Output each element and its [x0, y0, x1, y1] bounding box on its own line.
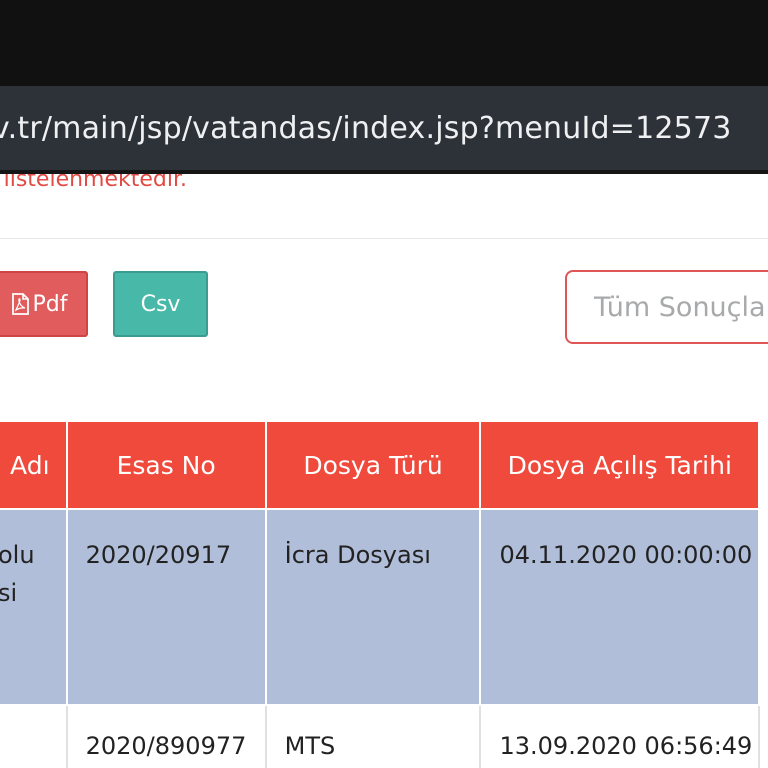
section-divider — [0, 238, 768, 239]
cell-acilis-tarihi: 04.11.2020 00:00:00 — [479, 508, 760, 706]
header-esas-no[interactable]: Esas No — [65, 420, 267, 510]
cell-adi — [0, 704, 68, 768]
cell-adi-line1: olu — [0, 541, 35, 569]
cell-dosya-turu: İcra Dosyası — [264, 508, 482, 706]
header-dosya-turu[interactable]: Dosya Türü — [264, 420, 482, 510]
header-adi[interactable]: Adı — [0, 420, 68, 510]
pdf-button-label: Pdf — [32, 291, 68, 317]
table-row[interactable]: 2020/890977 MTS 13.09.2020 06:56:49 — [0, 704, 760, 768]
cell-acilis-tarihi: 13.09.2020 06:56:49 — [479, 704, 760, 768]
search-all-results-input[interactable]: Tüm Sonuçla — [565, 270, 768, 344]
cell-esas-no: 2020/890977 — [65, 704, 267, 768]
listing-notice: t listelenmektedir. — [0, 174, 768, 196]
cell-adi: olu si — [0, 508, 68, 706]
header-dosya-acilis-tarihi[interactable]: Dosya Açılış Tarihi — [479, 420, 760, 510]
mobile-screen: v.tr/main/jsp/vatandas/index.jsp?menuId=… — [0, 0, 768, 768]
status-bar — [0, 0, 768, 86]
table-row[interactable]: olu si 2020/20917 İcra Dosyası 04.11.202… — [0, 508, 760, 706]
url-text[interactable]: v.tr/main/jsp/vatandas/index.jsp?menuId=… — [0, 111, 732, 146]
results-table: Adı Esas No Dosya Türü Dosya Açılış Tari… — [0, 420, 760, 768]
cell-adi-line2: si — [0, 579, 18, 607]
browser-address-bar[interactable]: v.tr/main/jsp/vatandas/index.jsp?menuId=… — [0, 86, 768, 174]
csv-export-button[interactable]: Csv — [113, 271, 208, 337]
table-header-row: Adı Esas No Dosya Türü Dosya Açılış Tari… — [0, 420, 760, 510]
pdf-file-icon — [11, 293, 29, 315]
cell-esas-no: 2020/20917 — [65, 508, 267, 706]
pdf-export-button[interactable]: Pdf — [0, 271, 88, 337]
search-placeholder: Tüm Sonuçla — [594, 291, 766, 323]
csv-button-label: Csv — [140, 291, 181, 317]
cell-dosya-turu: MTS — [264, 704, 482, 768]
listing-notice-text: t listelenmektedir. — [0, 174, 188, 192]
